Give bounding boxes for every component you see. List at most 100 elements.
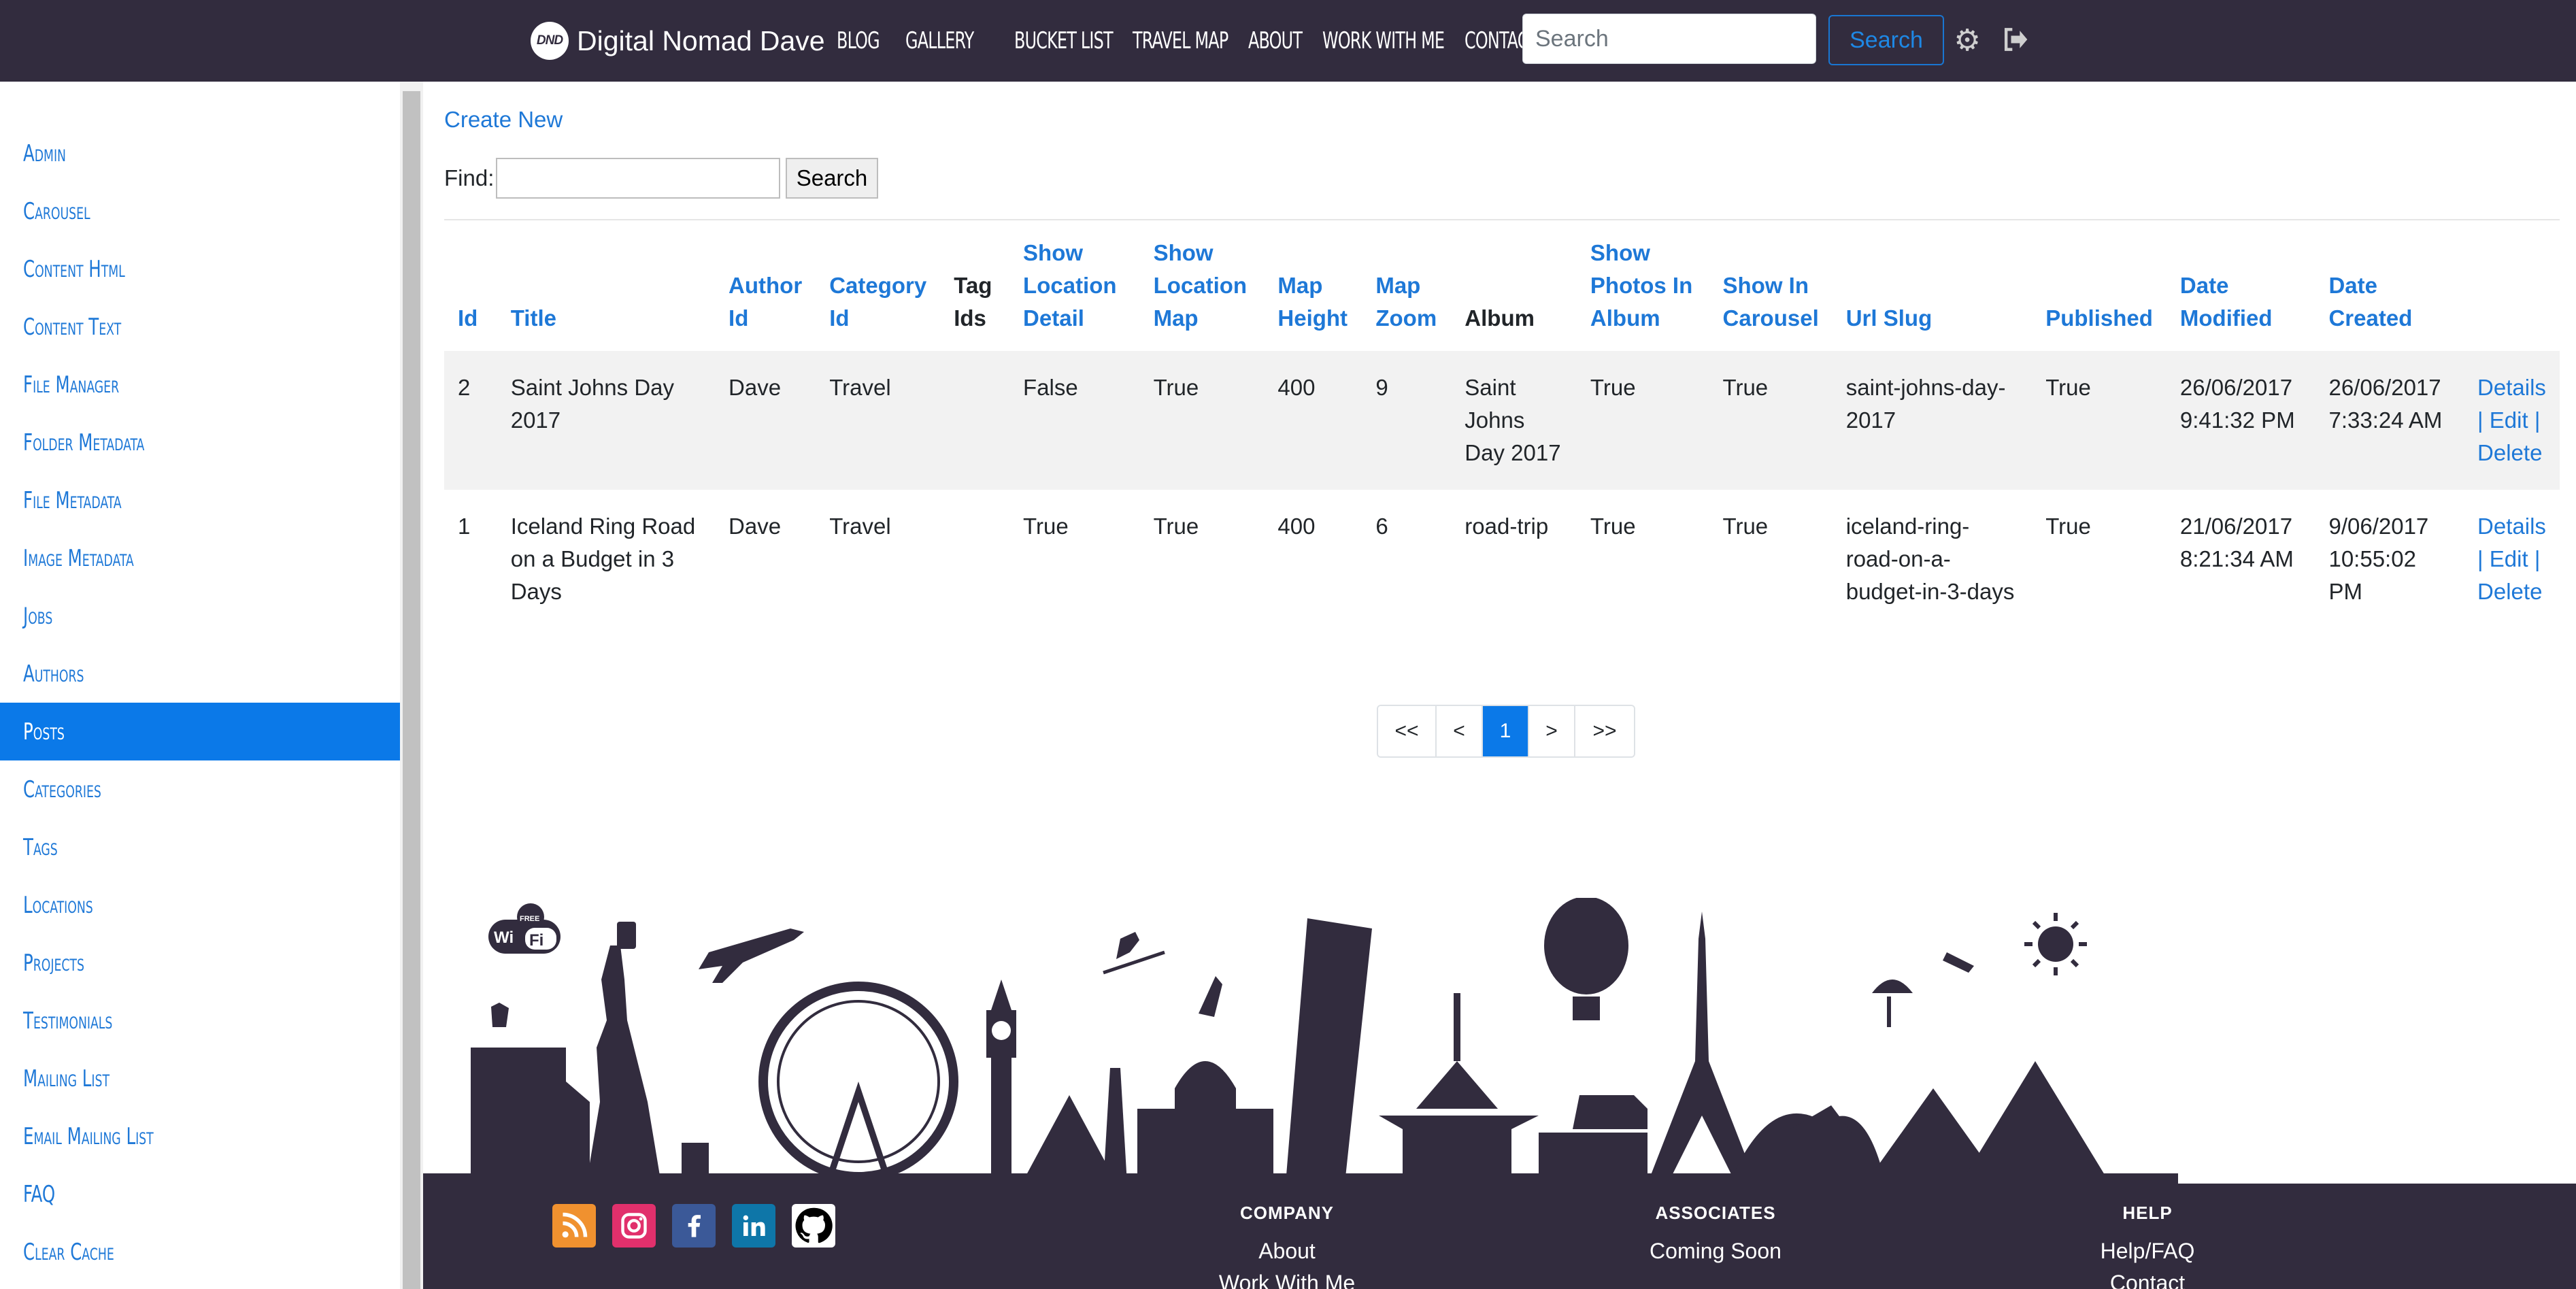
sidebar-item-posts[interactable]: Posts xyxy=(0,703,400,760)
sidebar-item-jobs[interactable]: Jobs xyxy=(0,587,400,645)
nav-search-button[interactable]: Search xyxy=(1828,15,1944,65)
linkedin-icon[interactable] xyxy=(732,1204,775,1248)
sidebar-item-file-manager[interactable]: File Manager xyxy=(0,356,400,414)
gear-icon[interactable]: ⚙ xyxy=(1951,24,1984,57)
action-separator: | xyxy=(2477,407,2483,433)
details-link[interactable]: Details xyxy=(2477,514,2546,539)
header-show-location-detail[interactable]: Show Location Detail xyxy=(1009,220,1140,351)
cell-map-height: 400 xyxy=(1264,351,1362,490)
wifi-free-text: FREE xyxy=(520,915,539,923)
scrollbar-thumb[interactable] xyxy=(403,91,420,1289)
sign-out-icon[interactable] xyxy=(1998,24,2031,57)
rss-icon[interactable] xyxy=(552,1204,596,1248)
facebook-icon[interactable] xyxy=(672,1204,716,1248)
create-new-link[interactable]: Create New xyxy=(444,107,563,133)
header-map-zoom[interactable]: Map Zoom xyxy=(1362,220,1451,351)
header-published[interactable]: Published xyxy=(2032,220,2167,351)
sidebar-item-mailing-list[interactable]: Mailing List xyxy=(0,1050,400,1107)
header-map-height[interactable]: Map Height xyxy=(1264,220,1362,351)
find-search-button[interactable]: Search xyxy=(786,158,878,199)
page-current-button[interactable]: 1 xyxy=(1483,706,1529,756)
cell-category: Travel xyxy=(816,351,941,490)
footer-column-help: HELP Help/FAQ Contact xyxy=(2032,1203,2263,1289)
cell-tags xyxy=(940,351,1010,490)
cell-published: True xyxy=(2032,351,2167,490)
cell-actions: Details | Edit | Delete xyxy=(2464,351,2560,490)
footer-link-work-with-me[interactable]: Work With Me xyxy=(1171,1271,1403,1289)
sidebar-item-tags[interactable]: Tags xyxy=(0,818,400,876)
pagination: << < 1 > >> xyxy=(1377,705,1635,758)
cell-tags xyxy=(940,490,1009,629)
sidebar-item-projects[interactable]: Projects xyxy=(0,934,400,992)
page-first-button[interactable]: << xyxy=(1378,706,1437,756)
footer-link-coming-soon[interactable]: Coming Soon xyxy=(1600,1239,1831,1264)
world-landmarks-skyline: Wi Fi FREE xyxy=(423,898,2178,1184)
sidebar-item-categories[interactable]: Categories xyxy=(0,760,400,818)
page-next-button[interactable]: > xyxy=(1529,706,1575,756)
cell-show-location-map: True xyxy=(1153,514,1199,539)
nav-links: BLOG GALLERY BUCKET LIST TRAVEL MAP ABOU… xyxy=(837,20,1560,61)
nav-link-bucket-list[interactable]: BUCKET LIST xyxy=(1014,27,1114,54)
sidebar-item-admin[interactable]: Admin xyxy=(0,124,400,182)
details-link[interactable]: Details xyxy=(2477,375,2546,400)
action-separator: | xyxy=(2534,407,2541,433)
instagram-icon[interactable] xyxy=(612,1204,656,1248)
delete-link[interactable]: Delete xyxy=(2477,579,2542,604)
footer-heading: ASSOCIATES xyxy=(1655,1203,1776,1223)
cell-published: True xyxy=(2045,514,2091,539)
nav-search-input[interactable] xyxy=(1522,14,1816,64)
sidebar-item-image-metadata[interactable]: Image Metadata xyxy=(0,529,400,587)
header-id[interactable]: Id xyxy=(444,220,497,351)
nav-link-about[interactable]: ABOUT xyxy=(1248,27,1303,54)
table-row: 2 Saint Johns Day 2017 Dave Travel False… xyxy=(444,351,2560,490)
sidebar-item-faq[interactable]: FAQ xyxy=(0,1165,400,1223)
sidebar-item-authors[interactable]: Authors xyxy=(0,645,400,703)
cell-url-slug: saint-johns-day-2017 xyxy=(1832,351,2033,490)
sidebar-item-locations[interactable]: Locations xyxy=(0,876,400,934)
sidebar-item-clear-cache[interactable]: Clear Cache xyxy=(0,1223,400,1281)
header-date-modified[interactable]: Date Modified xyxy=(2167,220,2315,351)
header-title[interactable]: Title xyxy=(497,220,715,351)
cell-date-modified: 26/06/2017 9:41:32 PM xyxy=(2166,351,2315,490)
sidebar-item-carousel[interactable]: Carousel xyxy=(0,182,400,240)
sidebar-item-folder-metadata[interactable]: Folder Metadata xyxy=(0,414,400,471)
sidebar-scrollbar[interactable] xyxy=(400,82,423,1289)
nav-link-blog[interactable]: BLOG xyxy=(837,27,880,54)
sidebar-item-file-metadata[interactable]: File Metadata xyxy=(0,471,400,529)
free-wifi-badge: Wi Fi FREE xyxy=(488,903,561,954)
edit-link[interactable]: Edit xyxy=(2490,546,2528,571)
page-prev-button[interactable]: < xyxy=(1437,706,1483,756)
cell-show-photos: True xyxy=(1576,351,1709,490)
sidebar-item-testimonials[interactable]: Testimonials xyxy=(0,992,400,1050)
sidebar-item-content-text[interactable]: Content Text xyxy=(0,298,400,356)
github-icon[interactable] xyxy=(792,1204,835,1248)
brand[interactable]: DND Digital Nomad Dave xyxy=(531,20,825,61)
cell-show-carousel: True xyxy=(1722,514,1769,539)
footer-link-contact[interactable]: Contact xyxy=(2032,1271,2263,1289)
cell-author: Dave xyxy=(729,514,782,539)
sidebar-item-content-html[interactable]: Content Html xyxy=(0,240,400,298)
header-url-slug[interactable]: Url Slug xyxy=(1833,220,2033,351)
header-show-in-carousel[interactable]: Show In Carousel xyxy=(1709,220,1833,351)
cell-title: Saint Johns Day 2017 xyxy=(497,351,716,490)
footer-link-help-faq[interactable]: Help/FAQ xyxy=(2032,1239,2263,1264)
edit-link[interactable]: Edit xyxy=(2490,407,2528,433)
header-author-id[interactable]: Author Id xyxy=(715,220,816,351)
footer-link-about[interactable]: About xyxy=(1171,1239,1403,1264)
cell-show-location-detail: True xyxy=(1023,514,1069,539)
header-album: Album xyxy=(1465,305,1535,331)
action-separator: | xyxy=(2534,546,2541,571)
nav-link-travel-map[interactable]: TRAVEL MAP xyxy=(1133,27,1228,54)
nav-link-gallery[interactable]: GALLERY xyxy=(905,27,974,54)
header-category-id[interactable]: Category Id xyxy=(816,220,940,351)
page-last-button[interactable]: >> xyxy=(1575,706,1634,756)
header-show-location-map[interactable]: Show Location Map xyxy=(1140,220,1265,351)
sidebar-item-email-mailing-list[interactable]: Email Mailing List xyxy=(0,1107,400,1165)
nav-link-work-with-me[interactable]: WORK WITH ME xyxy=(1322,27,1445,54)
header-date-created[interactable]: Date Created xyxy=(2315,220,2464,351)
delete-link[interactable]: Delete xyxy=(2477,440,2542,465)
header-show-photos-in-album[interactable]: Show Photos In Album xyxy=(1577,220,1709,351)
header-tag-ids: Tag Ids xyxy=(954,273,992,331)
cell-map-height: 400 xyxy=(1277,514,1316,539)
find-input[interactable] xyxy=(496,158,780,199)
